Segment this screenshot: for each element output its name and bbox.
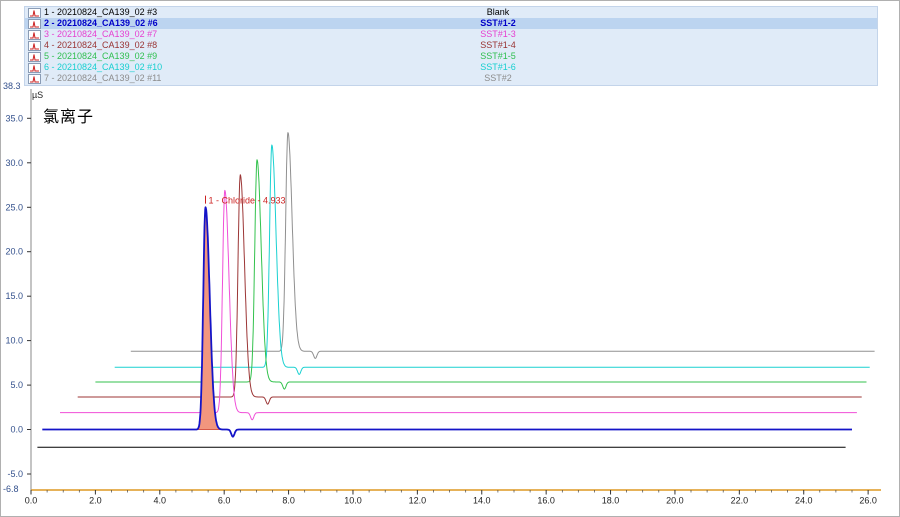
svg-text:25.0: 25.0 <box>5 202 23 212</box>
injection-legend: 1 - 20210824_CA139_02 #3Blank2 - 2021082… <box>24 6 878 86</box>
sample-name: 2 - 20210824_CA139_02 #6 <box>44 18 158 29</box>
sample-label: SST#1-6 <box>453 62 543 73</box>
sample-label: SST#1-4 <box>453 40 543 51</box>
svg-text:10.0: 10.0 <box>5 336 23 346</box>
chromatogram-svg[interactable]: 0.0 2.0 4.0 6.0 8.0 10.0 12.0 14.0 16.0 18.0 20.0 2… <box>1 87 900 517</box>
trace-SST#2[interactable] <box>131 133 875 359</box>
chromatogram-icon <box>28 8 41 18</box>
svg-text:8.0: 8.0 <box>282 496 295 506</box>
sample-name: 3 - 20210824_CA139_02 #7 <box>44 29 157 40</box>
sample-name: 1 - 20210824_CA139_02 #3 <box>44 7 157 18</box>
chromatogram-icon <box>28 63 41 73</box>
y-axis-ticks: -5.0 0.0 5.0 10.0 15.0 20.0 25.0 30.0 35.0 <box>5 113 31 479</box>
svg-text:24.0: 24.0 <box>795 496 813 506</box>
svg-text:6.0: 6.0 <box>218 496 231 506</box>
sample-name: 5 - 20210824_CA139_02 #9 <box>44 51 157 62</box>
sample-label: SST#1-5 <box>453 51 543 62</box>
svg-text:0.0: 0.0 <box>10 425 23 435</box>
svg-text:22.0: 22.0 <box>731 496 749 506</box>
legend-rows: 1 - 20210824_CA139_02 #3Blank2 - 2021082… <box>25 7 877 84</box>
chromatogram-icon <box>28 74 41 84</box>
x-axis-ticks: 0.0 2.0 4.0 6.0 8.0 10.0 12.0 14.0 16.0 18.0 20.0 2… <box>25 490 877 506</box>
svg-text:4.0: 4.0 <box>154 496 167 506</box>
legend-row[interactable]: 3 - 20210824_CA139_02 #7 SST#1-3 <box>25 29 877 40</box>
svg-text:10.0: 10.0 <box>344 496 362 506</box>
sample-label: Blank <box>453 7 543 18</box>
svg-text:20.0: 20.0 <box>666 496 684 506</box>
legend-row[interactable]: 1 - 20210824_CA139_02 #3 Blank <box>25 7 877 18</box>
trace-SST#1-4[interactable] <box>78 175 862 404</box>
peak-annotation: 1 - Chloride - 4.933 <box>206 196 286 206</box>
trace-SST#1-3[interactable] <box>60 190 857 419</box>
svg-text:30.0: 30.0 <box>5 158 23 168</box>
chromatogram-icon <box>28 52 41 62</box>
svg-text:15.0: 15.0 <box>5 291 23 301</box>
svg-text:35.0: 35.0 <box>5 113 23 123</box>
chromatogram-icon <box>28 30 41 40</box>
svg-text:2.0: 2.0 <box>89 496 102 506</box>
sample-name: 6 - 20210824_CA139_02 #10 <box>44 62 162 73</box>
legend-row[interactable]: 4 - 20210824_CA139_02 #8 SST#1-4 <box>25 40 877 51</box>
svg-text:18.0: 18.0 <box>602 496 620 506</box>
sample-name: 7 - 20210824_CA139_02 #11 <box>44 73 161 84</box>
svg-text:26.0: 26.0 <box>859 496 877 506</box>
svg-text:0.0: 0.0 <box>25 496 38 506</box>
trace-SST#1-6[interactable] <box>115 145 870 374</box>
legend-row[interactable]: 2 - 20210824_CA139_02 #6 SST#1-2 <box>25 18 877 29</box>
sample-label: SST#2 <box>453 73 543 84</box>
sample-label: SST#1-2 <box>453 18 543 29</box>
svg-text:20.0: 20.0 <box>5 247 23 257</box>
trace-SST#1-2[interactable] <box>42 207 852 436</box>
svg-text:1 - Chloride - 4.933: 1 - Chloride - 4.933 <box>209 196 286 206</box>
legend-row[interactable]: 5 - 20210824_CA139_02 #9 SST#1-5 <box>25 51 877 62</box>
legend-row[interactable]: 7 - 20210824_CA139_02 #11 SST#2 <box>25 73 877 84</box>
series-traces <box>37 133 874 448</box>
chromatography-window: 1 - 20210824_CA139_02 #3Blank2 - 2021082… <box>0 0 900 517</box>
svg-text:-5.0: -5.0 <box>7 469 23 479</box>
legend-row[interactable]: 6 - 20210824_CA139_02 #10 SST#1-6 <box>25 62 877 73</box>
chromatogram-icon <box>28 19 41 29</box>
svg-text:12.0: 12.0 <box>409 496 427 506</box>
svg-text:14.0: 14.0 <box>473 496 491 506</box>
sample-name: 4 - 20210824_CA139_02 #8 <box>44 40 157 51</box>
svg-text:5.0: 5.0 <box>10 380 23 390</box>
sample-label: SST#1-3 <box>453 29 543 40</box>
chromatogram-icon <box>28 41 41 51</box>
svg-text:16.0: 16.0 <box>537 496 555 506</box>
